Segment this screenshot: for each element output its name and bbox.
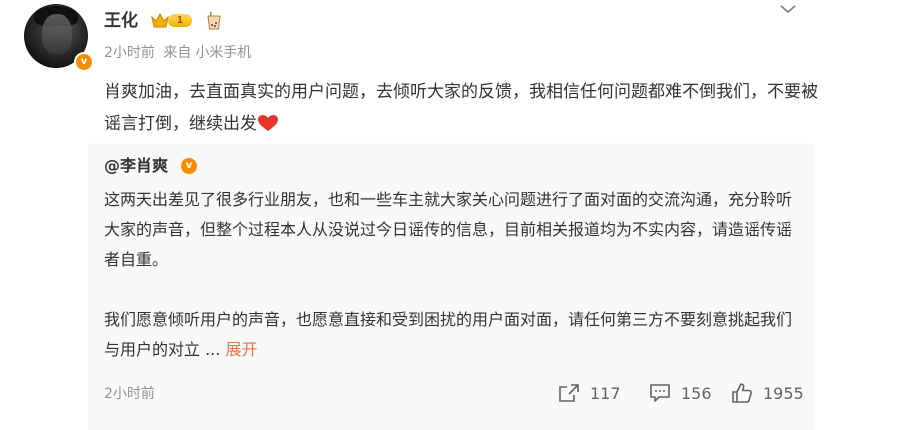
post-time[interactable]: 2小时前 xyxy=(104,45,155,61)
like-button[interactable]: 1955 xyxy=(731,381,804,405)
source-prefix: 来自 xyxy=(163,45,192,61)
level-badge[interactable]: 1 xyxy=(150,12,194,29)
repost-paragraph: 这两天出差见了很多行业朋友，也和一些车主就大家关心问题进行了面对面的交流沟通，充… xyxy=(104,190,793,269)
post-source: 小米手机 xyxy=(195,45,252,61)
expand-link[interactable]: 展开 xyxy=(225,340,257,359)
verified-badge-icon: v xyxy=(74,52,94,72)
crown-icon xyxy=(151,12,169,28)
verified-badge-icon: v xyxy=(181,158,197,174)
repost-time[interactable]: 2小时前 xyxy=(104,384,155,404)
milk-tea-icon[interactable] xyxy=(207,12,221,30)
post-meta: 2小时前 来自 小米手机 xyxy=(104,43,255,63)
level-number: 1 xyxy=(168,14,192,27)
comment-count: 156 xyxy=(681,383,712,403)
comment-icon xyxy=(650,384,670,402)
chevron-down-icon[interactable] xyxy=(779,2,797,16)
post-body: 肖爽加油，去直面真实的用户问题，去倾听大家的反馈，我相信任何问题都难不倒我们，不… xyxy=(104,76,824,140)
thumbs-up-icon xyxy=(732,383,752,403)
ellipsis: ... xyxy=(200,340,226,359)
author-name[interactable]: 王化 xyxy=(104,8,138,34)
heart-icon xyxy=(258,115,278,131)
like-count: 1955 xyxy=(763,383,804,403)
share-count: 117 xyxy=(590,383,621,403)
repost-paragraph: 我们愿意倾听用户的声音，也愿意直接和受到困扰的用户面对面，请任何第三方不要刻意挑… xyxy=(104,305,799,365)
weibo-post-card: v 王化 1 2小时前 来自 小米手机 肖爽加油，去直面真实的用户问题，去倾听大家… xyxy=(0,0,899,430)
repost-author[interactable]: @李肖爽 xyxy=(104,153,168,179)
share-button[interactable]: 117 xyxy=(558,381,621,405)
share-icon xyxy=(559,384,579,402)
repost-body: 这两天出差见了很多行业朋友，也和一些车主就大家关心问题进行了面对面的交流沟通，充… xyxy=(104,185,799,365)
avatar-face xyxy=(42,14,72,54)
comment-button[interactable]: 156 xyxy=(649,381,712,405)
reposted-content[interactable]: @李肖爽 v 这两天出差见了很多行业朋友，也和一些车主就大家关心问题进行了面对面… xyxy=(88,143,815,430)
post-text: 肖爽加油，去直面真实的用户问题，去倾听大家的反馈，我相信任何问题都难不倒我们，不… xyxy=(104,82,818,134)
